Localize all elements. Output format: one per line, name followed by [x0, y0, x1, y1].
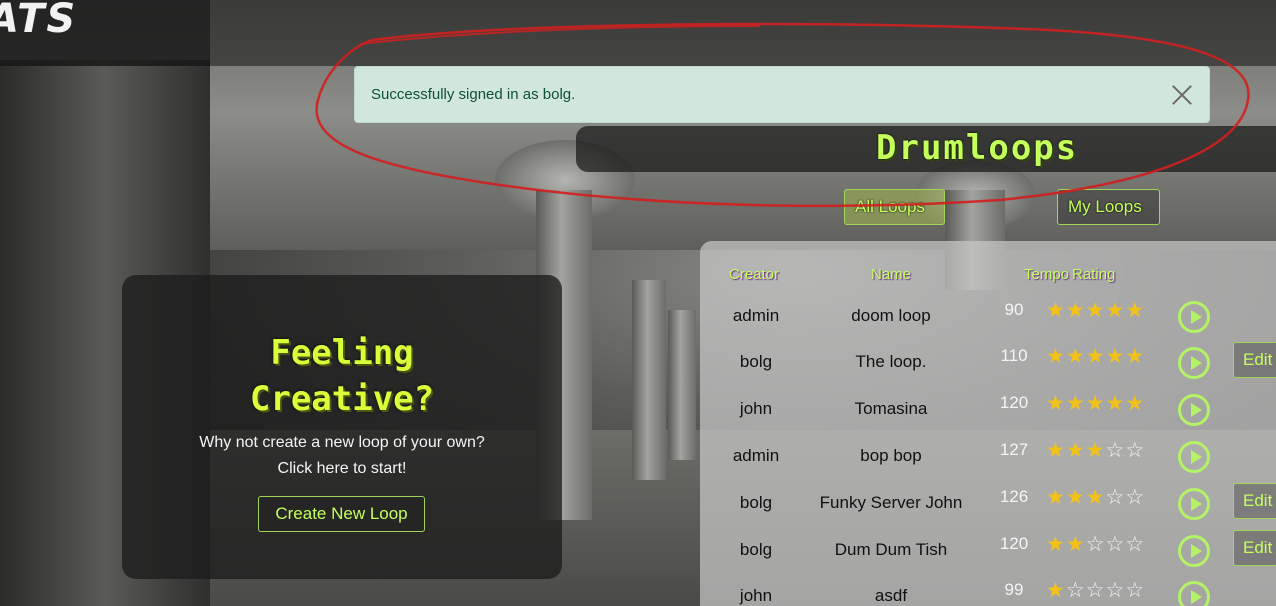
star-empty-icon: ☆ [1125, 438, 1146, 462]
table-row: bolg Dum Dum Tish 120 ★★☆☆☆ Edit [700, 530, 1276, 586]
star-rating: ★★★☆☆ [1046, 485, 1145, 509]
cell-name: doom loop [851, 306, 931, 325]
promo-title-line1: Feeling [270, 333, 414, 373]
star-filled-icon: ★ [1065, 438, 1086, 462]
star-filled-icon: ★ [1065, 485, 1086, 509]
star-filled-icon: ★ [1105, 298, 1126, 322]
play-icon[interactable] [1178, 581, 1210, 606]
play-icon[interactable] [1178, 535, 1210, 567]
star-rating: ★☆☆☆☆ [1046, 578, 1145, 602]
cell-tempo: 110 [1000, 346, 1028, 365]
table-row: admin bop bop 127 ★★★☆☆ [700, 438, 1276, 492]
promo-text: Why not create a new loop of your own? C… [122, 430, 562, 482]
column-header-tempo: Tempo [1024, 266, 1070, 283]
star-filled-icon: ★ [1065, 532, 1086, 556]
star-filled-icon: ★ [1065, 344, 1086, 368]
star-empty-icon: ☆ [1125, 578, 1146, 602]
star-rating: ★★★★★ [1046, 391, 1145, 415]
create-new-loop-button[interactable]: Create New Loop [258, 496, 425, 532]
background-pillar [632, 280, 666, 480]
star-filled-icon: ★ [1085, 485, 1106, 509]
table-row: john Tomasina 120 ★★★★★ [700, 391, 1276, 445]
page-title: Drumloops [876, 128, 1079, 168]
create-loop-panel [122, 275, 562, 579]
navbar-brand-area: ATS [0, 0, 210, 66]
promo-text-line2: Click here to start! [277, 460, 407, 477]
star-empty-icon: ☆ [1085, 578, 1106, 602]
cell-name: The loop. [855, 352, 927, 371]
cell-name: asdf [874, 586, 908, 605]
cell-name: Dum Dum Tish [834, 540, 948, 559]
star-filled-icon: ★ [1046, 438, 1066, 462]
star-filled-icon: ★ [1065, 391, 1086, 415]
flash-message: Successfully signed in as bolg. [371, 86, 576, 103]
star-filled-icon: ★ [1085, 391, 1106, 415]
play-icon[interactable] [1178, 394, 1210, 426]
star-empty-icon: ☆ [1105, 438, 1126, 462]
star-filled-icon: ★ [1046, 532, 1066, 556]
star-filled-icon: ★ [1125, 344, 1146, 368]
column-header-name: Name [871, 266, 912, 283]
star-filled-icon: ★ [1085, 298, 1106, 322]
cell-tempo: 126 [999, 487, 1029, 506]
cell-tempo: 120 [999, 393, 1029, 412]
table-row: john asdf 99 ★☆☆☆☆ [700, 578, 1276, 606]
star-filled-icon: ★ [1046, 391, 1066, 415]
edit-button[interactable]: Edit [1233, 530, 1276, 566]
star-empty-icon: ☆ [1125, 485, 1146, 509]
star-filled-icon: ★ [1046, 578, 1066, 602]
cell-tempo: 120 [999, 534, 1029, 553]
play-icon[interactable] [1178, 347, 1210, 379]
star-rating: ★★☆☆☆ [1046, 532, 1145, 556]
cell-tempo: 127 [999, 440, 1029, 459]
star-filled-icon: ★ [1085, 438, 1106, 462]
star-rating: ★★★★★ [1046, 344, 1145, 368]
cell-name: Tomasina [854, 399, 928, 418]
close-icon[interactable] [1169, 82, 1195, 108]
star-filled-icon: ★ [1105, 391, 1126, 415]
table-row: bolg The loop. 110 ★★★★★ Edit [700, 342, 1276, 398]
tab-all-loops[interactable]: All Loops [844, 189, 945, 225]
cell-name: Funky Server John [819, 493, 963, 512]
star-empty-icon: ☆ [1105, 485, 1126, 509]
play-icon[interactable] [1178, 441, 1210, 473]
star-filled-icon: ★ [1046, 298, 1066, 322]
cell-tempo: 99 [1004, 580, 1024, 599]
promo-text-line1: Why not create a new loop of your own? [199, 434, 485, 451]
edit-button[interactable]: Edit [1233, 342, 1276, 378]
play-icon[interactable] [1178, 301, 1210, 333]
table-row: bolg Funky Server John 126 ★★★☆☆ Edit [700, 483, 1276, 539]
promo-title-line2: Creative? [249, 379, 435, 419]
column-header-creator: Creator [729, 266, 780, 283]
star-filled-icon: ★ [1046, 344, 1066, 368]
star-filled-icon: ★ [1085, 344, 1106, 368]
star-filled-icon: ★ [1105, 344, 1126, 368]
site-logo[interactable]: ATS [0, 0, 77, 42]
promo-title: Feeling Creative? [122, 330, 562, 422]
column-header-rating: Rating [1072, 266, 1116, 283]
star-empty-icon: ☆ [1085, 532, 1106, 556]
star-filled-icon: ★ [1065, 298, 1086, 322]
edit-button[interactable]: Edit [1233, 483, 1276, 519]
star-filled-icon: ★ [1046, 485, 1066, 509]
star-rating: ★★★★★ [1046, 298, 1145, 322]
star-rating: ★★★☆☆ [1046, 438, 1145, 462]
star-filled-icon: ★ [1125, 391, 1146, 415]
star-filled-icon: ★ [1125, 298, 1146, 322]
star-empty-icon: ☆ [1105, 578, 1126, 602]
play-icon[interactable] [1178, 488, 1210, 520]
background-pillar [668, 310, 696, 460]
star-empty-icon: ☆ [1105, 532, 1126, 556]
tab-my-loops[interactable]: My Loops [1057, 189, 1160, 225]
flash-success-alert: Successfully signed in as bolg. [354, 66, 1210, 123]
table-row: admin doom loop 90 ★★★★★ [700, 298, 1276, 352]
cell-name: bop bop [860, 446, 922, 465]
cell-tempo: 90 [1004, 300, 1024, 319]
star-empty-icon: ☆ [1065, 578, 1086, 602]
star-empty-icon: ☆ [1125, 532, 1146, 556]
